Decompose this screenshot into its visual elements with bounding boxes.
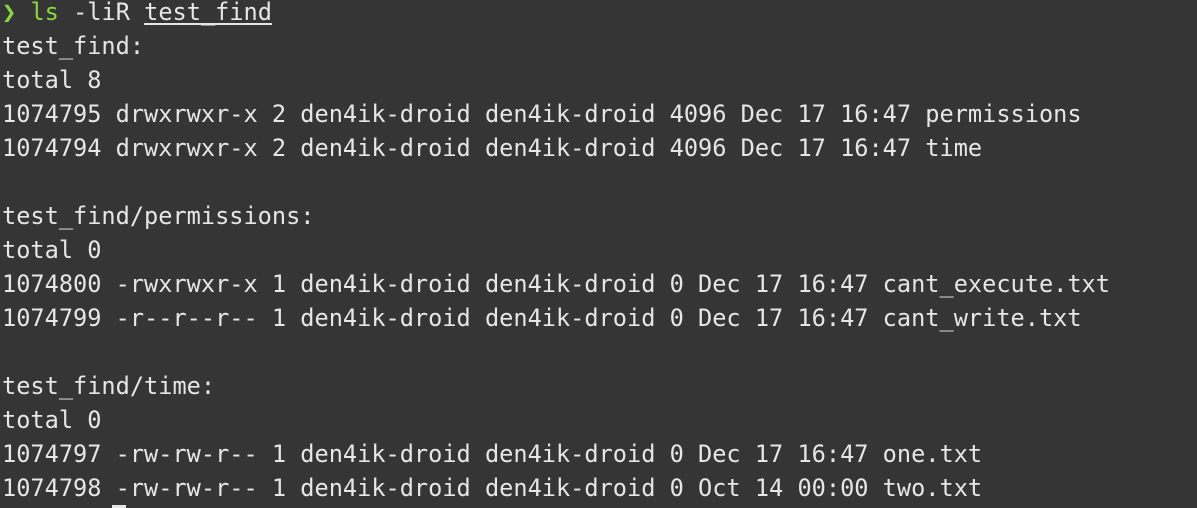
output-line-total: total 8 bbox=[2, 66, 102, 94]
output-line-entry: 1074795 drwxrwxr-x 2 den4ik-droid den4ik… bbox=[2, 100, 1082, 128]
command-path-argument: test_find bbox=[144, 0, 272, 26]
output-line-directory-header: test_find: bbox=[2, 32, 145, 60]
output-line-entry: 1074798 -rw-rw-r-- 1 den4ik-droid den4ik… bbox=[2, 474, 983, 502]
command-flags: -liR bbox=[73, 0, 130, 26]
command-name: ls bbox=[30, 0, 59, 26]
prompt-chevron-icon: ❯ bbox=[2, 0, 17, 26]
output-line-entry: 1074797 -rw-rw-r-- 1 den4ik-droid den4ik… bbox=[2, 440, 983, 468]
output-line-directory-header: test_find/permissions: bbox=[2, 202, 315, 230]
prompt-line: ❯ ls -liR test_find bbox=[2, 0, 1192, 29]
output-line-entry: 1074800 -rwxrwxr-x 1 den4ik-droid den4ik… bbox=[2, 270, 1110, 298]
output-line-total: total 0 bbox=[2, 236, 102, 264]
output-line-blank bbox=[2, 335, 1192, 369]
output-line-entry: 1074794 drwxrwxr-x 2 den4ik-droid den4ik… bbox=[2, 134, 983, 162]
output-line-entry: 1074799 -r--r--r-- 1 den4ik-droid den4ik… bbox=[2, 304, 1082, 332]
output-line-total: total 0 bbox=[2, 406, 102, 434]
terminal-window[interactable]: ❯ ls -liR test_find test_find: total 8 1… bbox=[2, 0, 1192, 507]
output-line-directory-header: test_find/time: bbox=[2, 372, 216, 400]
output-line-blank bbox=[2, 165, 1192, 199]
